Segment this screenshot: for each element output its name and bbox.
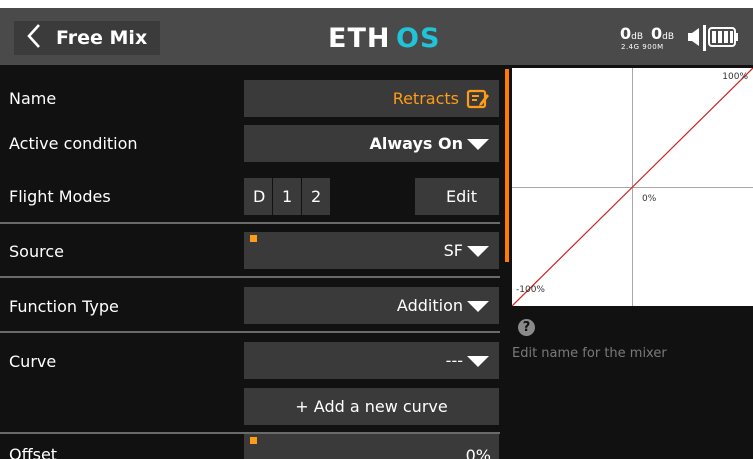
ethos-logo: ETH OS [326,20,446,54]
chevron-down-icon [467,301,489,312]
curve-value: --- [445,351,463,370]
help-text: Edit name for the mixer [512,346,667,361]
curve-label: Curve [9,352,57,371]
graph-label-max: 100% [722,72,748,82]
battery-icon[interactable] [708,27,740,51]
rf-info: 2.4G 900M [621,43,664,51]
function-type-label: Function Type [9,297,119,316]
offset-field[interactable]: 0% [244,434,499,459]
active-condition-select[interactable]: Always On [244,125,499,162]
chevron-left-icon [26,23,42,55]
mix-curve-graph: 100% 0% -100% [511,67,753,307]
source-value: SF [443,241,463,260]
divider [0,222,500,224]
question-icon: ? [518,319,535,336]
name-value: Retracts [392,89,459,108]
graph-label-center: 0% [642,194,657,204]
add-curve-button[interactable]: + Add a new curve [244,388,499,425]
svg-text:ETH: ETH [328,23,390,54]
source-label: Source [9,242,64,261]
flight-mode-chip-1[interactable]: 1 [273,178,301,215]
name-label: Name [9,89,57,108]
name-field[interactable]: Retracts [244,80,499,117]
edit-icon [466,88,490,114]
back-button[interactable]: Free Mix [14,21,160,55]
status-area: 0dB 0dB 2.4G 900M [616,22,742,56]
active-condition-label: Active condition [9,134,138,153]
chevron-down-icon [467,246,489,257]
page-title: Free Mix [56,27,148,49]
divider [0,276,500,278]
source-select[interactable]: SF [244,232,499,269]
graph-label-min: -100% [516,285,545,295]
flight-mode-chip-d[interactable]: D [244,178,272,215]
divider [0,331,500,333]
flight-mode-chip-2[interactable]: 2 [302,178,330,215]
speaker-icon[interactable] [686,26,702,52]
screen: Free Mix ETH OS 0dB 0dB 2.4G 900M Name R [0,8,753,459]
flight-modes-label: Flight Modes [9,187,111,206]
function-type-value: Addition [396,296,463,315]
function-type-select[interactable]: Addition [244,287,499,324]
curve-select[interactable]: --- [244,342,499,379]
source-indicator [250,235,257,242]
flight-modes-edit-button[interactable]: Edit [415,178,499,215]
header-bar: Free Mix ETH OS 0dB 0dB 2.4G 900M [0,8,753,65]
chevron-down-icon [467,356,489,367]
scrollbar[interactable] [505,69,509,262]
chevron-down-icon [467,139,489,150]
svg-text:OS: OS [396,23,440,54]
active-condition-value: Always On [369,134,463,153]
offset-indicator [250,437,257,444]
offset-label: Offset [9,445,58,459]
divider-bar [703,25,707,55]
offset-value: 0% [465,446,491,459]
